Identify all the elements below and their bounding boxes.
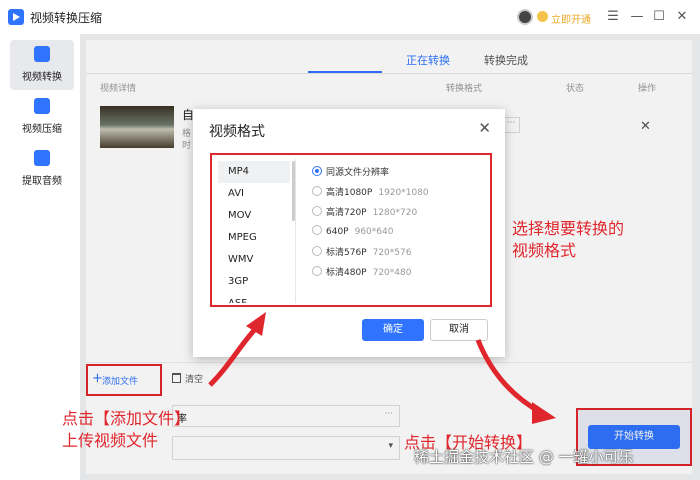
annotation-line: 选择想要转换的 (512, 219, 625, 238)
annotation-line: 上传视频文件 (62, 431, 159, 450)
watermark: 稀土掘金技术社区 @ 一罐小可乐 (414, 448, 634, 466)
annotation-line: 点击【添加文件】 (62, 409, 191, 428)
annotation-line: 视频格式 (512, 241, 577, 260)
arrow-to-start (475, 339, 542, 415)
annotation-add-file: 点击【添加文件】 上传视频文件 (62, 408, 190, 452)
arrowhead-dialog (246, 312, 266, 336)
arrow-to-dialog (208, 324, 260, 387)
annotation-choose-format: 选择想要转换的 视频格式 (512, 218, 624, 262)
arrowhead-start (532, 402, 556, 424)
